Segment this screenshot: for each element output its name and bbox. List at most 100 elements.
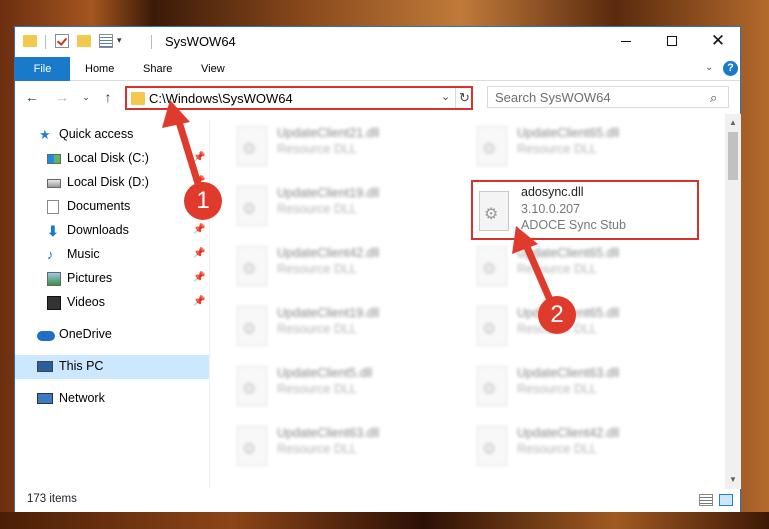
tiles-view-icon[interactable]	[719, 494, 733, 506]
dll-file-icon	[237, 366, 267, 406]
sidebar-item-quick-access[interactable]: ★ Quick access	[15, 123, 209, 147]
music-icon: ♪	[47, 247, 54, 262]
file-name: UpdateClient63.dll	[517, 366, 620, 380]
sidebar-item-videos[interactable]: Videos 📌	[15, 291, 209, 315]
recent-locations-button[interactable]: ⌄	[77, 88, 95, 106]
new-folder-icon[interactable]	[77, 35, 91, 47]
file-item[interactable]: UpdateClient65.dll Resource DLL	[469, 300, 701, 354]
file-type: Resource DLL	[277, 442, 357, 456]
sidebar-item-onedrive[interactable]: OneDrive	[15, 323, 209, 347]
search-input[interactable]: Search SysWOW64 ⌕	[487, 86, 729, 108]
file-name: adosync.dll	[521, 185, 584, 199]
search-icon[interactable]: ⌕	[710, 90, 717, 106]
pin-icon[interactable]: 📌	[193, 248, 205, 259]
sidebar-item-pictures[interactable]: Pictures 📌	[15, 267, 209, 291]
network-icon	[37, 393, 53, 404]
sidebar-item-label: Local Disk (D:)	[67, 175, 149, 189]
file-item[interactable]: UpdateClient65.dll Resource DLL	[469, 120, 701, 174]
address-bar[interactable]: C:\Windows\SysWOW64 ⌄ ↻	[125, 86, 473, 110]
scrollbar-thumb[interactable]	[728, 132, 738, 180]
dll-file-icon	[477, 366, 507, 406]
drive-icon	[47, 179, 61, 188]
tab-view[interactable]: View	[201, 57, 225, 81]
tab-file[interactable]: File	[15, 57, 70, 81]
item-count: 173 items	[27, 493, 77, 505]
refresh-button[interactable]: ↻	[455, 88, 473, 108]
file-type: Resource DLL	[277, 322, 357, 336]
sidebar-item-network[interactable]: Network	[15, 387, 209, 411]
file-type: Resource DLL	[277, 142, 357, 156]
file-description: ADOCE Sync Stub	[521, 218, 626, 232]
file-name: UpdateClient42.dll	[277, 246, 380, 260]
file-item[interactable]: UpdateClient19.dll Resource DLL	[229, 300, 461, 354]
dll-file-icon	[477, 426, 507, 466]
file-list: UpdateClient21.dll Resource DLL UpdateCl…	[211, 114, 725, 489]
pictures-icon	[47, 272, 61, 286]
dll-file-icon	[237, 126, 267, 166]
file-type: Resource DLL	[517, 142, 597, 156]
sidebar-item-documents[interactable]: Documents 📌	[15, 195, 209, 219]
forward-button[interactable]: →	[53, 88, 71, 106]
scroll-down-arrow-icon[interactable]: ▼	[725, 473, 741, 487]
sidebar-item-local-disk-d[interactable]: Local Disk (D:) 📌	[15, 171, 209, 195]
help-icon[interactable]: ?	[723, 61, 738, 76]
close-button[interactable]: ✕	[695, 27, 741, 57]
sidebar-item-label: Documents	[67, 199, 131, 213]
file-item[interactable]: UpdateClient42.dll Resource DLL	[469, 420, 701, 474]
pin-icon[interactable]: 📌	[193, 272, 205, 283]
step-1-badge: 1	[184, 182, 222, 220]
tab-share[interactable]: Share	[143, 57, 172, 81]
scroll-up-arrow-icon[interactable]: ▲	[725, 116, 741, 130]
file-type: Resource DLL	[277, 262, 357, 276]
minimize-button[interactable]	[603, 27, 649, 57]
sidebar-item-label: Pictures	[67, 271, 113, 285]
maximize-button[interactable]	[649, 27, 695, 57]
status-bar: 173 items	[15, 489, 740, 512]
file-type: Resource DLL	[517, 382, 597, 396]
vertical-scrollbar[interactable]: ▲ ▼	[725, 114, 741, 489]
file-item[interactable]: UpdateClient63.dll Resource DLL	[229, 420, 461, 474]
this-pc-icon	[37, 361, 53, 372]
pane-divider[interactable]	[209, 119, 210, 489]
tab-home[interactable]: Home	[85, 57, 114, 81]
sidebar-item-label: Local Disk (C:)	[67, 151, 149, 165]
file-name: UpdateClient21.dll	[277, 126, 380, 140]
dll-file-icon	[237, 426, 267, 466]
customize-toolbar-arrow-icon[interactable]: ▾	[117, 35, 122, 51]
sidebar-item-local-disk-c[interactable]: Local Disk (C:) 📌	[15, 147, 209, 171]
file-item[interactable]: UpdateClient42.dll Resource DLL	[229, 240, 461, 294]
dll-file-icon	[237, 186, 267, 226]
properties-icon[interactable]	[99, 34, 113, 48]
file-item[interactable]: UpdateClient5.dll Resource DLL	[229, 360, 461, 414]
documents-icon	[47, 200, 59, 214]
file-name: UpdateClient65.dll	[517, 246, 620, 260]
pin-icon[interactable]: 📌	[193, 296, 205, 307]
separator	[151, 35, 152, 49]
file-name: UpdateClient5.dll	[277, 366, 373, 380]
file-item[interactable]: UpdateClient65.dll Resource DLL	[469, 240, 701, 294]
sidebar-item-downloads[interactable]: ⬇ Downloads 📌	[15, 219, 209, 243]
folder-icon	[23, 35, 37, 47]
file-item-adosync-dll[interactable]: adosync.dll 3.10.0.207 ADOCE Sync Stub	[471, 180, 699, 240]
file-item[interactable]: UpdateClient21.dll Resource DLL	[229, 120, 461, 174]
file-type: Resource DLL	[277, 202, 357, 216]
window-title: SysWOW64	[165, 34, 236, 49]
back-button[interactable]: ←	[23, 88, 41, 106]
dll-file-icon	[477, 306, 507, 346]
star-icon: ★	[39, 127, 51, 142]
sidebar-item-label: Downloads	[67, 223, 129, 237]
explorer-window: ▾ SysWOW64 ✕ File Home Share View ⌄ ? ← …	[14, 26, 741, 512]
pin-icon[interactable]: 📌	[193, 224, 205, 235]
properties-check-icon[interactable]	[55, 34, 69, 48]
file-item[interactable]: UpdateClient19.dll Resource DLL	[229, 180, 461, 234]
minimize-icon	[621, 40, 631, 42]
sidebar-item-this-pc[interactable]: This PC	[15, 355, 209, 379]
pin-icon[interactable]: 📌	[193, 152, 205, 163]
address-dropdown-icon[interactable]: ⌄	[441, 90, 450, 103]
sidebar-item-music[interactable]: ♪ Music 📌	[15, 243, 209, 267]
expand-ribbon-icon[interactable]: ⌄	[705, 62, 713, 73]
details-view-icon[interactable]	[699, 494, 713, 506]
file-item[interactable]: UpdateClient63.dll Resource DLL	[469, 360, 701, 414]
address-path[interactable]: C:\Windows\SysWOW64	[149, 91, 293, 106]
up-button[interactable]: ↑	[99, 88, 117, 106]
